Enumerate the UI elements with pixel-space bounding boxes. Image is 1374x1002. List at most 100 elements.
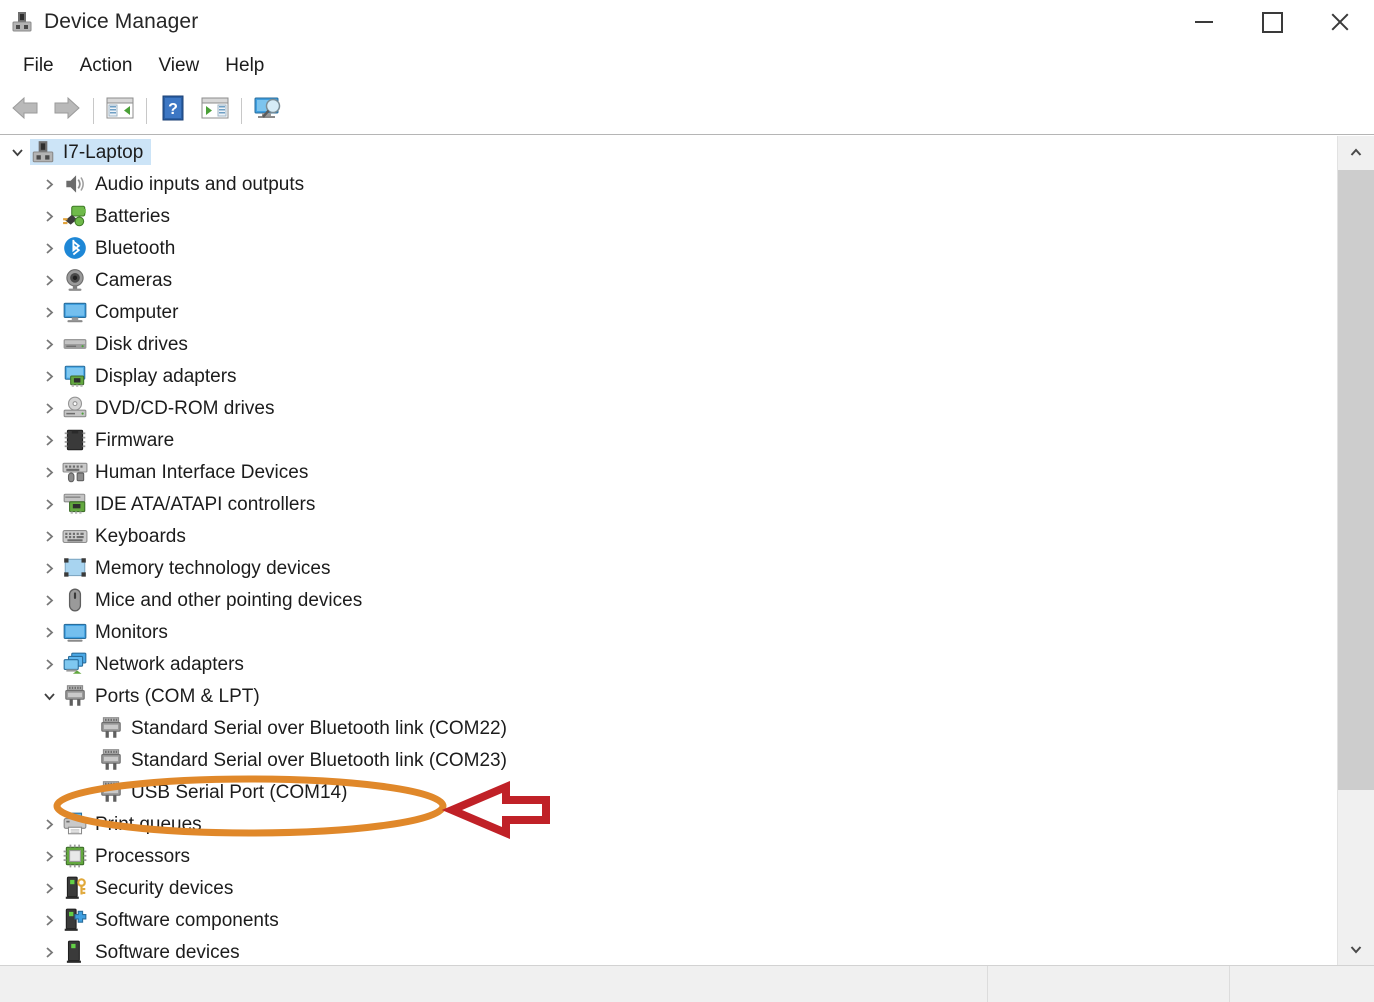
back-button[interactable] <box>4 92 46 130</box>
monitor-icon <box>62 299 88 325</box>
properties-button[interactable] <box>194 92 236 130</box>
chevron-right-icon[interactable] <box>36 488 62 520</box>
serial-port-icon <box>98 747 124 773</box>
chevron-right-icon[interactable] <box>36 552 62 584</box>
tree-node-software-components[interactable]: Software components <box>0 904 1338 936</box>
device-tree[interactable]: I7-Laptop Audio inputs and outputs Batte… <box>0 136 1338 966</box>
chevron-right-icon[interactable] <box>36 200 62 232</box>
tree-node-label: Bluetooth <box>95 237 176 259</box>
tree-node-batteries[interactable]: Batteries <box>0 200 1338 232</box>
tree-node-label: Software devices <box>95 941 240 963</box>
speaker-icon <box>62 171 88 197</box>
svg-text:?: ? <box>168 101 178 118</box>
minimize-button[interactable] <box>1170 0 1238 44</box>
back-arrow-icon <box>10 95 40 126</box>
vertical-scrollbar[interactable] <box>1337 136 1374 966</box>
chevron-right-icon[interactable] <box>36 808 62 840</box>
tree-node-security-devices[interactable]: Security devices <box>0 872 1338 904</box>
battery-icon <box>62 203 88 229</box>
menu-view[interactable]: View <box>145 52 212 80</box>
chevron-down-icon[interactable] <box>36 680 62 712</box>
tree-node-firmware[interactable]: Firmware <box>0 424 1338 456</box>
tree-node-label: Software components <box>95 909 279 931</box>
chevron-right-icon[interactable] <box>36 840 62 872</box>
chevron-right-icon[interactable] <box>36 168 62 200</box>
serial-port-icon <box>98 715 124 741</box>
tree-node-print-queues[interactable]: Print queues <box>0 808 1338 840</box>
chevron-right-icon[interactable] <box>36 456 62 488</box>
chevron-right-icon[interactable] <box>36 296 62 328</box>
chevron-right-icon[interactable] <box>36 648 62 680</box>
tree-node-i7-laptop[interactable]: I7-Laptop <box>0 136 1338 168</box>
mouse-icon <box>62 587 88 613</box>
tree-node-label: Cameras <box>95 269 173 291</box>
ide-controller-icon <box>62 491 88 517</box>
tree-node-computer[interactable]: Computer <box>0 296 1338 328</box>
menu-help[interactable]: Help <box>212 52 277 80</box>
chevron-right-icon[interactable] <box>36 328 62 360</box>
tree-node-label: Keyboards <box>95 525 186 547</box>
scroll-up-arrow-icon[interactable] <box>1338 136 1374 170</box>
tree-node-standard-serial-over-bluetooth-link-com23[interactable]: Standard Serial over Bluetooth link (COM… <box>0 744 1338 776</box>
tree-node-cameras[interactable]: Cameras <box>0 264 1338 296</box>
scan-for-hardware-changes-icon <box>253 95 283 126</box>
scroll-down-arrow-icon[interactable] <box>1338 932 1374 966</box>
tree-node-dvd-cd-rom-drives[interactable]: DVD/CD-ROM drives <box>0 392 1338 424</box>
tree-node-label: Computer <box>95 301 179 323</box>
tree-node-label: I7-Laptop <box>63 141 144 163</box>
tree-node-memory-technology-devices[interactable]: Memory technology devices <box>0 552 1338 584</box>
status-cell-secondary <box>988 966 1230 1002</box>
show-hide-console-tree-button[interactable] <box>99 92 141 130</box>
forward-button[interactable] <box>46 92 88 130</box>
tree-node-label: Audio inputs and outputs <box>95 173 305 195</box>
processor-icon <box>62 843 88 869</box>
tree-node-label: Monitors <box>95 621 168 643</box>
computer-icon <box>30 139 56 165</box>
chevron-right-icon[interactable] <box>36 264 62 296</box>
chevron-right-icon[interactable] <box>36 872 62 904</box>
chevron-right-icon[interactable] <box>36 936 62 966</box>
chevron-down-icon[interactable] <box>4 136 30 168</box>
tree-node-label: USB Serial Port (COM14) <box>131 781 348 803</box>
tree-node-ide-ata-atapi-controllers[interactable]: IDE ATA/ATAPI controllers <box>0 488 1338 520</box>
tree-node-bluetooth[interactable]: Bluetooth <box>0 232 1338 264</box>
display-adapter-icon <box>62 363 88 389</box>
chevron-right-icon[interactable] <box>36 616 62 648</box>
tree-node-audio-inputs-and-outputs[interactable]: Audio inputs and outputs <box>0 168 1338 200</box>
chevron-right-icon[interactable] <box>36 904 62 936</box>
tree-node-processors[interactable]: Processors <box>0 840 1338 872</box>
chevron-right-icon[interactable] <box>36 392 62 424</box>
tree-node-usb-serial-port-com14[interactable]: USB Serial Port (COM14) <box>0 776 1338 808</box>
tree-node-human-interface-devices[interactable]: Human Interface Devices <box>0 456 1338 488</box>
tree-node-software-devices[interactable]: Software devices <box>0 936 1338 966</box>
tree-node-keyboards[interactable]: Keyboards <box>0 520 1338 552</box>
tree-node-network-adapters[interactable]: Network adapters <box>0 648 1338 680</box>
properties-icon <box>201 96 229 125</box>
chevron-right-icon[interactable] <box>36 520 62 552</box>
scan-for-hardware-changes-button[interactable] <box>247 92 289 130</box>
maximize-button[interactable] <box>1238 0 1306 44</box>
maximize-icon <box>1261 11 1283 33</box>
close-icon <box>1329 11 1351 33</box>
menu-action[interactable]: Action <box>67 52 146 80</box>
hid-icon <box>62 459 88 485</box>
close-button[interactable] <box>1306 0 1374 44</box>
tree-node-label: Mice and other pointing devices <box>95 589 363 611</box>
chevron-right-icon[interactable] <box>36 584 62 616</box>
tree-node-ports-com-and-lpt[interactable]: Ports (COM & LPT) <box>0 680 1338 712</box>
tree-node-label: Security devices <box>95 877 234 899</box>
tree-node-standard-serial-over-bluetooth-link-com22[interactable]: Standard Serial over Bluetooth link (COM… <box>0 712 1338 744</box>
minimize-icon <box>1195 21 1213 23</box>
tree-node-disk-drives[interactable]: Disk drives <box>0 328 1338 360</box>
serial-port-icon <box>98 779 124 805</box>
tree-node-display-adapters[interactable]: Display adapters <box>0 360 1338 392</box>
help-button[interactable]: ? <box>152 92 194 130</box>
menu-file[interactable]: File <box>10 52 67 80</box>
chevron-right-icon[interactable] <box>36 360 62 392</box>
scrollbar-thumb[interactable] <box>1338 170 1374 790</box>
tree-node-monitors[interactable]: Monitors <box>0 616 1338 648</box>
chevron-right-icon[interactable] <box>36 424 62 456</box>
tree-node-label: Standard Serial over Bluetooth link (COM… <box>131 749 507 771</box>
chevron-right-icon[interactable] <box>36 232 62 264</box>
tree-node-mice-and-other-pointing-devices[interactable]: Mice and other pointing devices <box>0 584 1338 616</box>
